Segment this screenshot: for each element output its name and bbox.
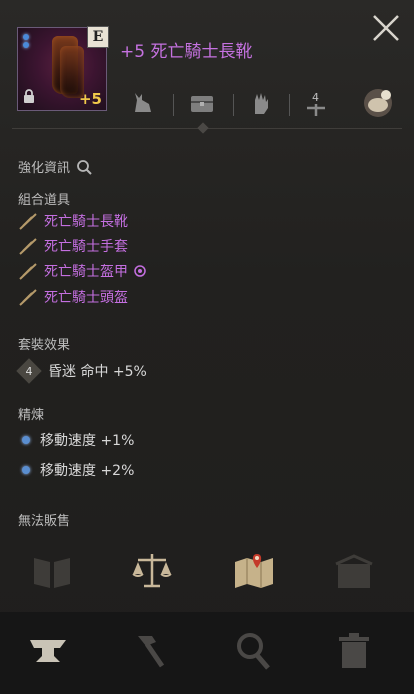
combo-item-name: 死亡騎士長靴 xyxy=(44,214,128,230)
feather-icon xyxy=(19,238,37,255)
refine-stat-row: 移動速度 +1% xyxy=(18,430,134,450)
glove-icon[interactable] xyxy=(245,88,275,118)
gem-icon xyxy=(22,466,30,474)
set-count-badge: 4 xyxy=(16,358,42,384)
enhancement-level: +5 xyxy=(78,90,102,108)
cannot-sell-label: 無法販售 xyxy=(18,514,71,529)
item-action-row xyxy=(0,548,414,598)
gold-bag-icon[interactable] xyxy=(361,85,395,119)
feather-icon xyxy=(19,213,37,230)
box-icon[interactable] xyxy=(332,548,376,592)
set-effect-text: 昏迷 命中 +5% xyxy=(48,364,147,380)
enhance-info[interactable]: 強化資訊 xyxy=(18,157,92,176)
chest-icon[interactable] xyxy=(187,88,217,118)
tool-separator xyxy=(233,94,234,116)
refine-stat-text: 移動速度 +1% xyxy=(40,433,135,449)
set-effect-row: 4 昏迷 命中 +5% xyxy=(16,358,147,384)
close-icon[interactable] xyxy=(370,12,402,44)
socket-gems xyxy=(21,32,31,50)
gem-icon xyxy=(22,436,30,444)
refine-label: 精煉 xyxy=(18,408,45,423)
combo-label: 組合道具 xyxy=(18,193,71,208)
tool-separator xyxy=(289,94,290,116)
item-title: +5 死亡騎士長靴 xyxy=(120,42,253,62)
combo-item-name: 死亡騎士盔甲 xyxy=(44,264,128,280)
combo-item: 死亡騎士頭盔 xyxy=(18,286,128,308)
socket-gem-icon xyxy=(23,42,29,48)
set-count: 4 xyxy=(25,364,33,378)
hammer-icon[interactable] xyxy=(128,628,172,672)
scales-icon[interactable] xyxy=(130,548,174,592)
svg-text:4: 4 xyxy=(312,91,319,104)
book-icon[interactable] xyxy=(30,548,74,592)
divider-ornament xyxy=(197,122,209,134)
combo-item-name: 死亡騎士頭盔 xyxy=(44,290,128,306)
magnifier-icon[interactable] xyxy=(76,159,92,175)
item-tooltip-panel: +5 E +5 死亡騎士長靴 4 強化資訊 組合道具 死亡騎士長靴 死亡騎士手套… xyxy=(0,0,414,694)
refine-stat-row: 移動速度 +2% xyxy=(18,460,134,480)
sword-level-icon[interactable]: 4 xyxy=(301,88,331,118)
combo-item: 死亡騎士盔甲 xyxy=(18,260,146,282)
tool-separator xyxy=(173,94,174,116)
refine-stat-text: 移動速度 +2% xyxy=(40,463,135,479)
combo-item: 死亡騎士長靴 xyxy=(18,210,128,232)
feather-icon xyxy=(19,263,37,280)
trash-icon[interactable] xyxy=(332,628,376,672)
rabbit-icon[interactable] xyxy=(127,88,157,118)
combo-item: 死亡騎士手套 xyxy=(18,235,128,257)
anvil-icon[interactable] xyxy=(26,628,70,672)
magnifier-icon[interactable] xyxy=(230,628,274,672)
socket-gem-icon xyxy=(23,34,29,40)
set-effect-label: 套裝效果 xyxy=(18,338,71,353)
map-icon[interactable] xyxy=(232,548,276,592)
tooltip-footer xyxy=(0,612,414,694)
feather-icon xyxy=(19,289,37,306)
lock-icon xyxy=(24,89,34,103)
enhance-info-label: 強化資訊 xyxy=(18,161,71,176)
grade-badge: E xyxy=(87,26,109,48)
combo-item-name: 死亡騎士手套 xyxy=(44,239,128,255)
tooltip-tool-row: 4 xyxy=(125,88,397,122)
equipped-marker-icon xyxy=(134,265,146,277)
